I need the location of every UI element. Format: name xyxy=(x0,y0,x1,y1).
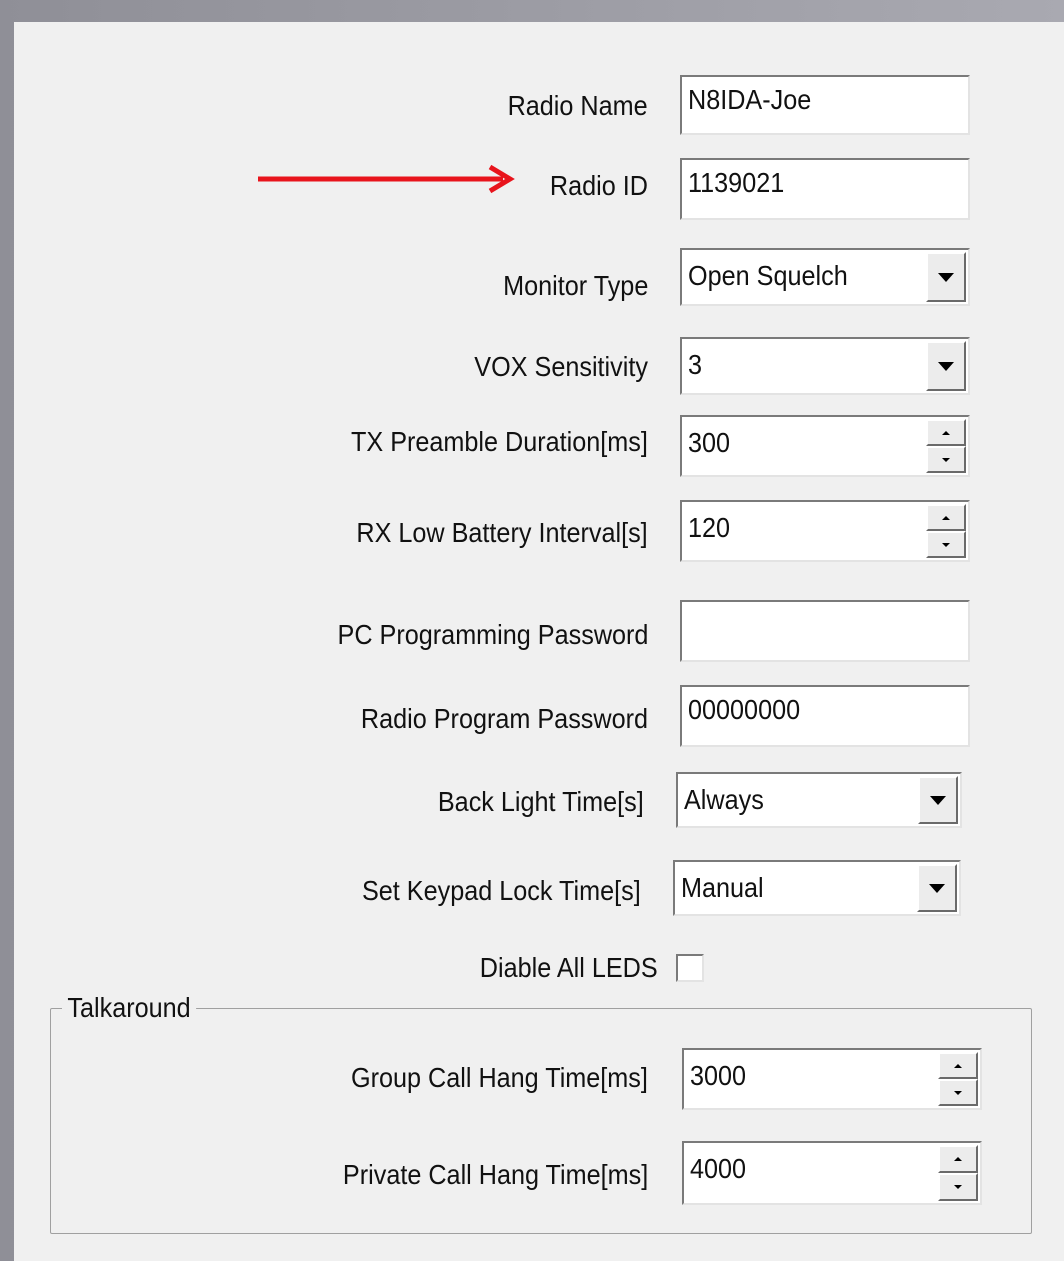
private-call-spinner[interactable] xyxy=(938,1145,978,1201)
group-call-spinbox[interactable]: 3000 xyxy=(682,1048,982,1110)
dropdown-arrow-icon xyxy=(938,362,954,371)
keypad-lock-value: Manual xyxy=(681,872,764,903)
pc-password-input[interactable] xyxy=(680,600,970,662)
monitor-type-select[interactable]: Open Squelch xyxy=(680,248,970,306)
vox-sensitivity-select[interactable]: 3 xyxy=(680,337,970,395)
tx-preamble-label: TX Preamble Duration[ms] xyxy=(351,426,648,457)
spin-down-icon xyxy=(954,1185,962,1189)
vox-sensitivity-dropdown-button[interactable] xyxy=(926,341,966,391)
group-call-spin-up[interactable] xyxy=(938,1052,978,1079)
back-light-label: Back Light Time[s] xyxy=(438,786,644,817)
tx-preamble-spinbox[interactable]: 300 xyxy=(680,415,970,477)
annotation-arrow-icon xyxy=(258,164,515,194)
private-call-value: 4000 xyxy=(690,1153,747,1184)
radio-name-input[interactable]: N8IDA-Joe xyxy=(680,75,970,135)
keypad-lock-label: Set Keypad Lock Time[s] xyxy=(362,875,641,906)
radio-name-label: Radio Name xyxy=(507,90,648,121)
private-call-spin-down[interactable] xyxy=(938,1173,978,1201)
private-call-spin-up[interactable] xyxy=(938,1145,978,1173)
monitor-type-label: Monitor Type xyxy=(502,270,648,301)
spin-down-icon xyxy=(954,1090,962,1095)
talkaround-title: Talkaround xyxy=(62,991,197,1025)
group-call-value: 3000 xyxy=(690,1060,747,1091)
monitor-type-value: Open Squelch xyxy=(688,260,848,291)
back-light-select[interactable]: Always xyxy=(676,772,962,828)
monitor-type-dropdown-button[interactable] xyxy=(926,252,966,302)
keypad-lock-select[interactable]: Manual xyxy=(673,860,961,916)
dropdown-arrow-icon xyxy=(938,273,954,282)
rx-low-battery-value: 120 xyxy=(688,512,731,543)
spin-down-icon xyxy=(942,457,950,462)
private-call-label: Private Call Hang Time[ms] xyxy=(342,1159,648,1190)
group-call-label: Group Call Hang Time[ms] xyxy=(351,1062,648,1093)
back-light-dropdown-button[interactable] xyxy=(918,776,958,824)
rx-low-battery-label: RX Low Battery Interval[s] xyxy=(356,517,648,548)
radio-id-input[interactable]: 1139021 xyxy=(680,158,970,220)
vox-sensitivity-label: VOX Sensitivity xyxy=(474,351,648,382)
rx-low-battery-spinbox[interactable]: 120 xyxy=(680,500,970,562)
dropdown-arrow-icon xyxy=(929,884,945,893)
disable-leds-checkbox[interactable] xyxy=(676,954,704,982)
radio-password-label: Radio Program Password xyxy=(360,703,648,734)
radio-password-input[interactable]: 00000000 xyxy=(680,685,970,747)
spin-up-icon xyxy=(954,1063,962,1068)
radio-id-value: 1139021 xyxy=(688,167,785,198)
pc-password-label: PC Programming Password xyxy=(337,619,648,650)
spin-up-icon xyxy=(942,430,950,435)
rx-low-battery-spin-down[interactable] xyxy=(926,531,966,558)
radio-password-value: 00000000 xyxy=(688,694,801,725)
keypad-lock-dropdown-button[interactable] xyxy=(917,864,957,912)
spin-down-icon xyxy=(942,542,950,547)
spin-up-icon xyxy=(942,515,950,520)
back-light-value: Always xyxy=(684,784,764,815)
spin-up-icon xyxy=(954,1157,962,1161)
rx-low-battery-spinner[interactable] xyxy=(926,504,966,558)
rx-low-battery-spin-up[interactable] xyxy=(926,504,966,531)
radio-id-label: Radio ID xyxy=(549,170,648,201)
radio-name-value: N8IDA-Joe xyxy=(688,84,812,115)
tx-preamble-spin-down[interactable] xyxy=(926,446,966,473)
group-call-spinner[interactable] xyxy=(938,1052,978,1106)
dropdown-arrow-icon xyxy=(930,796,946,805)
vox-sensitivity-value: 3 xyxy=(688,349,703,380)
disable-leds-label: Diable All LEDS xyxy=(480,952,658,983)
tx-preamble-value: 300 xyxy=(688,427,731,458)
tx-preamble-spinner[interactable] xyxy=(926,419,966,473)
group-call-spin-down[interactable] xyxy=(938,1079,978,1106)
private-call-spinbox[interactable]: 4000 xyxy=(682,1141,982,1205)
tx-preamble-spin-up[interactable] xyxy=(926,419,966,446)
